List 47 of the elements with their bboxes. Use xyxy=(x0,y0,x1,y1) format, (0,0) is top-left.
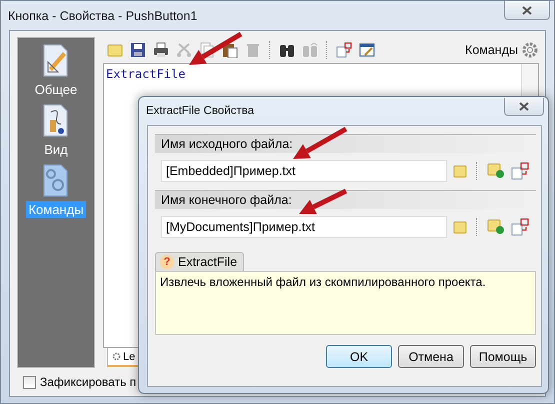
annotation-arrow xyxy=(189,32,242,65)
copy-icon xyxy=(199,42,215,58)
toolbar-button[interactable] xyxy=(334,40,354,60)
checkbox[interactable] xyxy=(23,376,36,388)
binoculars-icon xyxy=(302,42,318,58)
close-button[interactable] xyxy=(504,1,550,20)
annotation-arrow xyxy=(299,188,348,214)
help-text: Извлечь вложенный файл из скомпилированного проекта. xyxy=(160,275,486,289)
gear-icon xyxy=(112,352,121,361)
question-icon: ? xyxy=(160,255,174,269)
dialog-button[interactable]: OK xyxy=(326,345,392,368)
window-title: Кнопка - Свойства - PushButton1 xyxy=(8,8,198,22)
checkbox-label: Зафиксировать п xyxy=(40,375,136,389)
input-field[interactable]: [Embedded]Пример.txt xyxy=(161,160,447,182)
field-label: Имя исходного файла: xyxy=(155,134,536,153)
toolbar-label: Команды xyxy=(465,43,518,57)
insert-code-icon[interactable] xyxy=(511,162,529,180)
settings-icon[interactable] xyxy=(521,41,539,59)
field-label: Имя конечного файла: xyxy=(155,190,536,209)
close-button[interactable] xyxy=(504,98,544,116)
sidebar-item[interactable]: Общее xyxy=(32,81,80,98)
trash-icon xyxy=(245,42,261,58)
insert-code-icon xyxy=(336,42,352,58)
code-text: ExtractFile xyxy=(105,66,186,83)
dialog-button[interactable]: Отмена xyxy=(398,345,464,368)
binoculars-icon xyxy=(279,42,295,58)
folder-check-icon[interactable] xyxy=(487,219,505,235)
dialog-button[interactable]: Помощь xyxy=(470,345,536,368)
folder-check-icon[interactable] xyxy=(487,163,505,179)
help-title: ExtractFile xyxy=(178,255,238,269)
insert-code-icon[interactable] xyxy=(511,218,529,236)
tab-label: Le xyxy=(123,350,136,362)
folder-icon xyxy=(107,42,123,58)
close-icon xyxy=(522,6,532,14)
scissors-icon xyxy=(176,42,192,58)
floppy-icon xyxy=(130,42,146,58)
editor-tab[interactable]: Le xyxy=(107,348,140,367)
toolbar-button[interactable] xyxy=(151,40,171,60)
toolbar-button[interactable] xyxy=(128,40,148,60)
sidebar-item[interactable]: Вид xyxy=(42,141,70,158)
clipboard-icon xyxy=(222,42,238,58)
annotation-arrow xyxy=(293,126,348,159)
input-field[interactable]: [MyDocuments]Пример.txt xyxy=(161,216,447,238)
printer-icon xyxy=(153,42,169,58)
dialog-title: ExtractFile Свойства xyxy=(146,105,254,117)
close-icon xyxy=(519,102,529,111)
form-edit-icon xyxy=(359,42,375,58)
